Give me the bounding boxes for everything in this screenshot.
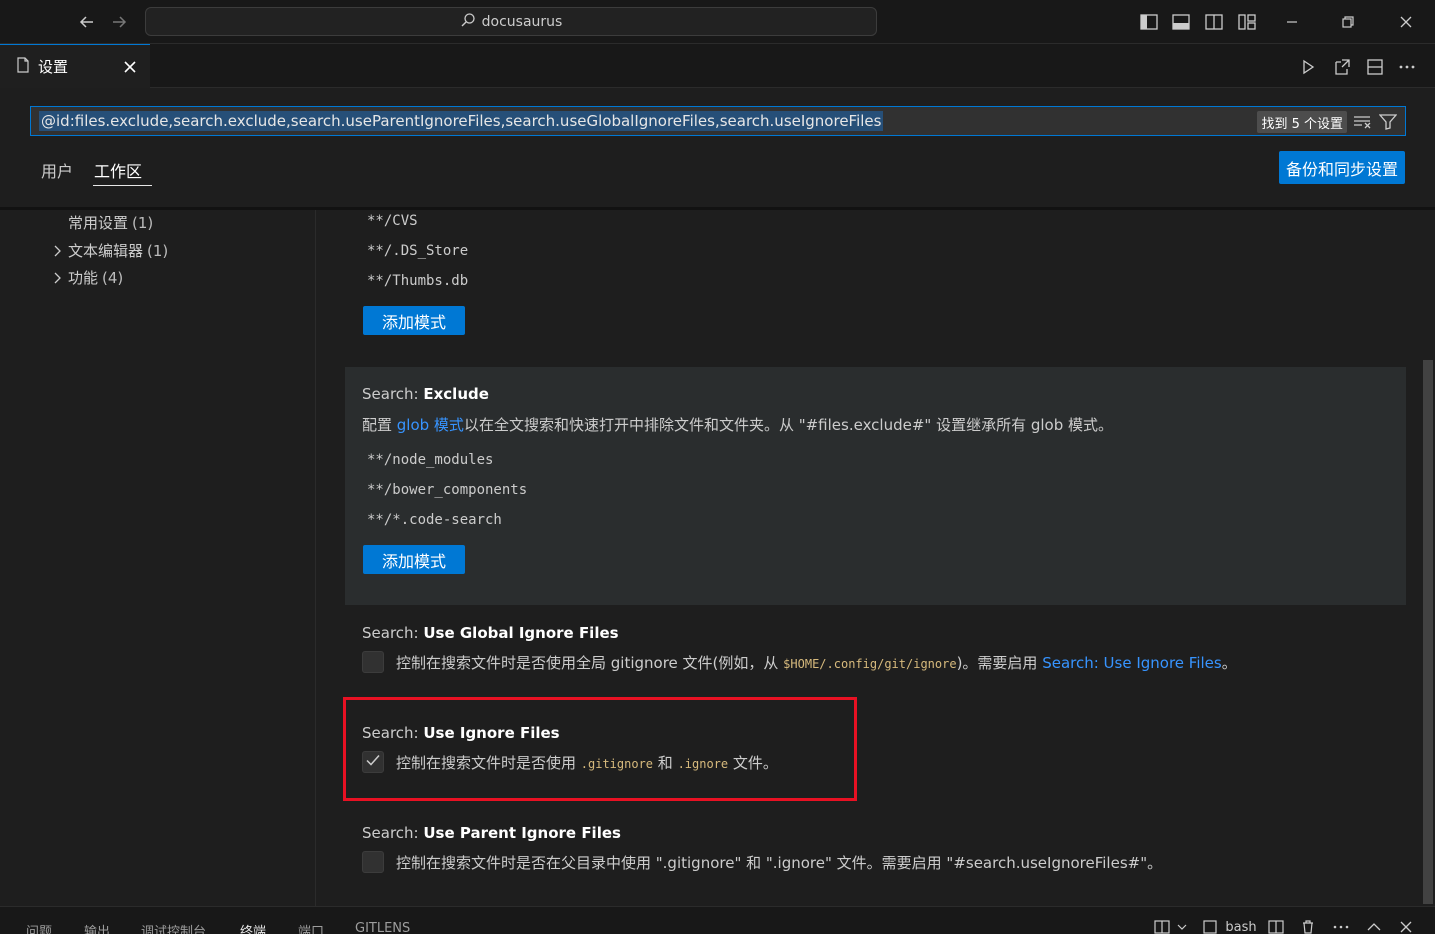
tab-gitlens[interactable]: GITLENS [355, 921, 410, 934]
toc-count: (1) [132, 213, 154, 232]
search-exclude-pattern[interactable]: **/node_modules [367, 452, 493, 468]
tab-label: 设置 [38, 58, 69, 76]
toc-item-features[interactable]: 功能 (4) [50, 267, 123, 288]
toggle-secondary-sidebar-icon[interactable] [1203, 11, 1225, 33]
tab-problems[interactable]: 问题 [26, 921, 52, 934]
scrollbar-thumb[interactable] [1423, 360, 1433, 904]
maximize-panel-icon[interactable] [1364, 919, 1384, 934]
setting-title: Search: Exclude [362, 385, 489, 403]
chevron-down-icon[interactable] [1172, 919, 1192, 934]
found-count-badge: 找到 5 个设置 [1257, 111, 1347, 133]
tab-ports[interactable]: 端口 [298, 921, 324, 934]
search-query-text: @id:files.exclude,search.exclude,search.… [39, 111, 884, 131]
settings-search-input[interactable]: @id:files.exclude,search.exclude,search.… [30, 106, 1406, 136]
tab-debug-console[interactable]: 调试控制台 [141, 921, 206, 934]
tab-user-scope[interactable]: 用户 [41, 158, 73, 182]
file-icon [16, 56, 30, 77]
terminal-name[interactable]: bash [1224, 919, 1258, 934]
active-scope-underline [93, 185, 152, 186]
search-icon [460, 12, 476, 32]
glob-pattern-link[interactable]: glob 模式 [397, 416, 464, 434]
search-exclude-pattern[interactable]: **/*.code-search [367, 512, 502, 528]
title-bar: docusaurus [0, 0, 1435, 44]
use-ignore-files-link[interactable]: Search: Use Ignore Files [1042, 654, 1222, 672]
run-icon[interactable] [1297, 56, 1319, 78]
terminal-icon [1200, 919, 1220, 934]
close-window-icon[interactable] [1391, 8, 1421, 36]
toc-label: 功能 [68, 269, 99, 287]
add-pattern-button[interactable]: 添加模式 [363, 545, 465, 574]
command-center[interactable]: docusaurus [145, 7, 877, 36]
tab-workspace-scope[interactable]: 工作区 [94, 158, 142, 182]
setting-title: Search: Use Parent Ignore Files [362, 824, 621, 842]
close-icon[interactable] [120, 57, 140, 77]
panel-tab-bar: 问题 输出 调试控制台 终端 端口 GITLENS bash [0, 906, 1435, 934]
clear-filter-icon[interactable] [1351, 111, 1373, 133]
customize-layout-icon[interactable] [1236, 11, 1258, 33]
more-actions-icon[interactable] [1396, 56, 1418, 78]
minimize-icon[interactable] [1277, 8, 1307, 36]
header-divider [0, 207, 1435, 210]
files-exclude-pattern[interactable]: **/.DS_Store [367, 243, 468, 259]
split-terminal-icon[interactable] [1152, 919, 1172, 934]
toc-label: 常用设置 [68, 214, 129, 232]
setting-description: 控制在搜索文件时是否在父目录中使用 ".gitignore" 和 ".ignor… [396, 854, 1163, 872]
filter-icon[interactable] [1377, 111, 1399, 133]
setting-description: 控制在搜索文件时是否使用全局 gitignore 文件(例如，从 $HOME/.… [396, 654, 1237, 672]
toc-item-common[interactable]: 常用设置 (1) [68, 212, 153, 233]
toc-item-text-editor[interactable]: 文本编辑器 (1) [50, 240, 168, 261]
more-actions-icon[interactable] [1331, 919, 1351, 934]
split-editor-icon[interactable] [1364, 56, 1386, 78]
split-terminal-icon[interactable] [1266, 919, 1286, 934]
close-panel-icon[interactable] [1396, 919, 1416, 934]
toggle-panel-icon[interactable] [1170, 11, 1192, 33]
toggle-primary-sidebar-icon[interactable] [1138, 11, 1160, 33]
arrow-right-icon[interactable] [107, 10, 131, 34]
search-exclude-pattern[interactable]: **/bower_components [367, 482, 527, 498]
chevron-right-icon [50, 271, 64, 285]
files-exclude-pattern[interactable]: **/CVS [367, 213, 418, 229]
tab-terminal[interactable]: 终端 [240, 921, 266, 934]
tab-output[interactable]: 输出 [84, 921, 110, 934]
restore-icon[interactable] [1333, 8, 1363, 36]
add-pattern-button[interactable]: 添加模式 [363, 306, 465, 335]
setting-title: Search: Use Global Ignore Files [362, 624, 619, 642]
use-global-ignore-checkbox[interactable] [362, 651, 384, 673]
chevron-right-icon [50, 244, 64, 258]
toc-separator [315, 210, 316, 906]
toc-label: 文本编辑器 [68, 242, 144, 260]
trash-icon[interactable] [1298, 919, 1318, 934]
toc-count: (4) [102, 268, 124, 287]
files-exclude-pattern[interactable]: **/Thumbs.db [367, 273, 468, 289]
toc-count: (1) [147, 241, 169, 260]
backup-sync-button[interactable]: 备份和同步设置 [1279, 151, 1405, 184]
highlight-annotation-box [343, 697, 857, 801]
open-settings-json-icon[interactable] [1331, 56, 1353, 78]
editor-tab-bar: 设置 [0, 44, 1435, 88]
tab-settings[interactable]: 设置 [0, 44, 150, 88]
use-parent-ignore-checkbox[interactable] [362, 851, 384, 873]
setting-description: 配置 glob 模式以在全文搜索和快速打开中排除文件和文件夹。从 "#files… [362, 416, 1114, 434]
arrow-left-icon[interactable] [75, 10, 99, 34]
command-center-label: docusaurus [481, 13, 563, 30]
